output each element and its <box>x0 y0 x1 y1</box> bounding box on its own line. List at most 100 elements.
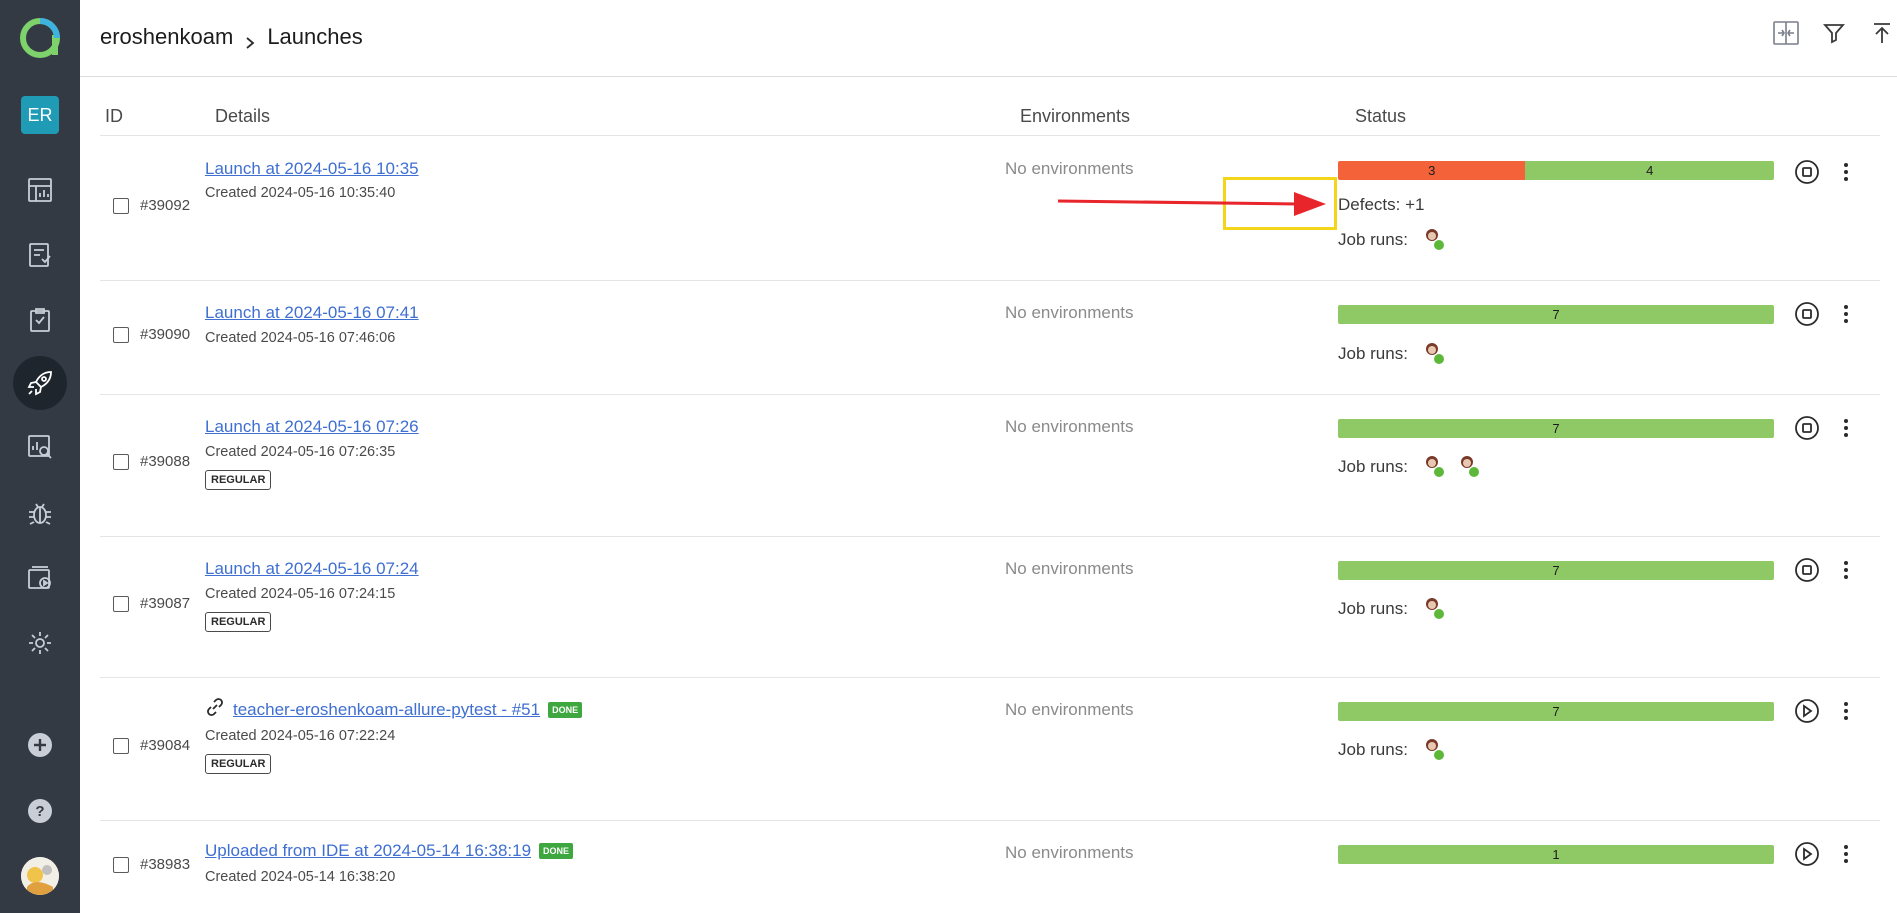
failed-segment[interactable]: 3 <box>1338 161 1526 180</box>
status-bar[interactable]: 7 <box>1338 305 1774 324</box>
stop-launch-icon[interactable] <box>1793 414 1821 442</box>
breadcrumb: eroshenkoam Launches <box>100 24 363 50</box>
defects-label: Defects: <box>1338 195 1401 214</box>
add-circle-icon[interactable] <box>24 729 56 761</box>
passed-segment[interactable]: 1 <box>1338 845 1774 864</box>
more-menu-icon[interactable] <box>1832 158 1860 186</box>
table-row[interactable]: #39088 Launch at 2024-05-16 07:26 Create… <box>100 395 1880 537</box>
chevron-right-icon <box>243 30 257 49</box>
launch-id: #39088 <box>140 453 191 470</box>
created-date: Created 2024-05-16 07:26:35 <box>205 444 396 460</box>
status-bar[interactable]: 1 <box>1338 845 1774 864</box>
user-avatar[interactable] <box>21 857 59 895</box>
job-run-avatar[interactable] <box>1459 455 1479 477</box>
launch-id: #39084 <box>140 737 191 754</box>
row-checkbox[interactable] <box>113 596 129 612</box>
upload-icon[interactable] <box>1867 18 1897 48</box>
launch-id: #39090 <box>140 326 191 343</box>
launch-tag[interactable]: REGULAR <box>205 612 272 632</box>
table-header: ID Details Environments Status <box>100 96 1880 136</box>
status-bar[interactable]: 7 <box>1338 702 1774 721</box>
row-checkbox[interactable] <box>113 857 129 873</box>
stop-launch-icon[interactable] <box>1793 158 1821 186</box>
passed-segment[interactable]: 4 <box>1525 161 1774 180</box>
more-menu-icon[interactable] <box>1832 697 1860 725</box>
job-run-avatar[interactable] <box>1424 228 1444 250</box>
col-header-details[interactable]: Details <box>215 106 270 127</box>
col-header-environments[interactable]: Environments <box>1020 106 1130 127</box>
created-date: Created 2024-05-16 07:22:24 <box>205 728 396 744</box>
job-runs-label: Job runs: <box>1338 457 1408 476</box>
table-row[interactable]: #39090 Launch at 2024-05-16 07:41 Create… <box>100 281 1880 395</box>
table-row[interactable]: #39084 teacher-eroshenkoam-allure-pytest… <box>100 678 1880 821</box>
status-bar[interactable]: 7 <box>1338 419 1774 438</box>
row-checkbox[interactable] <box>113 198 129 214</box>
play-launch-icon[interactable] <box>1793 697 1821 725</box>
jobs-icon[interactable] <box>24 562 56 594</box>
settings-gear-icon[interactable] <box>24 627 56 659</box>
launch-tag[interactable]: REGULAR <box>205 470 272 490</box>
breadcrumb-project[interactable]: eroshenkoam <box>100 24 233 50</box>
row-checkbox[interactable] <box>113 738 129 754</box>
more-menu-icon[interactable] <box>1832 556 1860 584</box>
job-run-avatar[interactable] <box>1424 597 1444 619</box>
defects-count[interactable]: Defects: +1 <box>1338 195 1424 215</box>
svg-text:?: ? <box>35 803 44 820</box>
launch-link[interactable]: Launch at 2024-05-16 07:41 <box>205 303 419 323</box>
environments-value: No environments <box>1005 843 1134 862</box>
row-checkbox[interactable] <box>113 327 129 343</box>
launch-tag[interactable]: REGULAR <box>205 754 272 774</box>
project-avatar[interactable]: ER <box>21 96 59 134</box>
dashboards-icon[interactable] <box>24 174 56 206</box>
status-bar[interactable]: 3 4 <box>1338 161 1774 180</box>
done-badge: DONE <box>539 843 574 859</box>
col-header-id[interactable]: ID <box>105 106 123 127</box>
passed-segment[interactable]: 7 <box>1338 419 1774 438</box>
job-run-avatar[interactable] <box>1424 455 1444 477</box>
more-menu-icon[interactable] <box>1832 840 1860 868</box>
job-run-avatar[interactable] <box>1424 342 1444 364</box>
job-runs-label: Job runs: <box>1338 599 1408 618</box>
analytics-search-icon[interactable] <box>24 431 56 463</box>
table-row[interactable]: #39087 Launch at 2024-05-16 07:24 Create… <box>100 537 1880 678</box>
created-date: Created 2024-05-16 07:24:15 <box>205 586 396 602</box>
launch-id: #38983 <box>140 856 191 873</box>
defects-value: +1 <box>1405 195 1425 214</box>
annotation-arrow-icon <box>1058 192 1326 216</box>
row-checkbox[interactable] <box>113 454 129 470</box>
stop-launch-icon[interactable] <box>1793 556 1821 584</box>
more-menu-icon[interactable] <box>1832 300 1860 328</box>
defects-bug-icon[interactable] <box>24 497 56 529</box>
help-icon[interactable]: ? <box>24 795 56 827</box>
allure-logo-icon[interactable] <box>19 17 61 59</box>
compare-icon[interactable] <box>1771 18 1801 48</box>
top-bar: eroshenkoam Launches <box>80 0 1897 77</box>
launch-link[interactable]: Launch at 2024-05-16 10:35 <box>205 159 419 179</box>
passed-segment[interactable]: 7 <box>1338 561 1774 580</box>
launches-rocket-icon[interactable] <box>24 367 56 399</box>
test-plans-icon[interactable] <box>24 304 56 336</box>
launch-link[interactable]: Uploaded from IDE at 2024-05-14 16:38:19 <box>205 841 531 861</box>
status-bar[interactable]: 7 <box>1338 561 1774 580</box>
created-date: Created 2024-05-16 07:46:06 <box>205 330 396 346</box>
play-launch-icon[interactable] <box>1793 840 1821 868</box>
stop-launch-icon[interactable] <box>1793 300 1821 328</box>
filter-icon[interactable] <box>1819 18 1849 48</box>
link-chain-icon <box>205 698 225 721</box>
environments-value: No environments <box>1005 559 1134 578</box>
launch-link[interactable]: Launch at 2024-05-16 07:26 <box>205 417 419 437</box>
more-menu-icon[interactable] <box>1832 414 1860 442</box>
launch-link[interactable]: Launch at 2024-05-16 07:24 <box>205 559 419 579</box>
table-row[interactable]: #38983 Uploaded from IDE at 2024-05-14 1… <box>100 821 1880 913</box>
launch-id: #39092 <box>140 197 191 214</box>
job-run-avatar[interactable] <box>1424 738 1444 760</box>
passed-segment[interactable]: 7 <box>1338 305 1774 324</box>
col-header-status[interactable]: Status <box>1355 106 1406 127</box>
page-title: Launches <box>267 24 363 49</box>
environments-value: No environments <box>1005 159 1134 178</box>
job-runs-label: Job runs: <box>1338 740 1408 759</box>
test-cases-icon[interactable] <box>24 239 56 271</box>
passed-segment[interactable]: 7 <box>1338 702 1774 721</box>
launch-link[interactable]: teacher-eroshenkoam-allure-pytest - #51 <box>233 700 540 720</box>
table-row[interactable]: #39092 Launch at 2024-05-16 10:35 Create… <box>100 137 1880 281</box>
